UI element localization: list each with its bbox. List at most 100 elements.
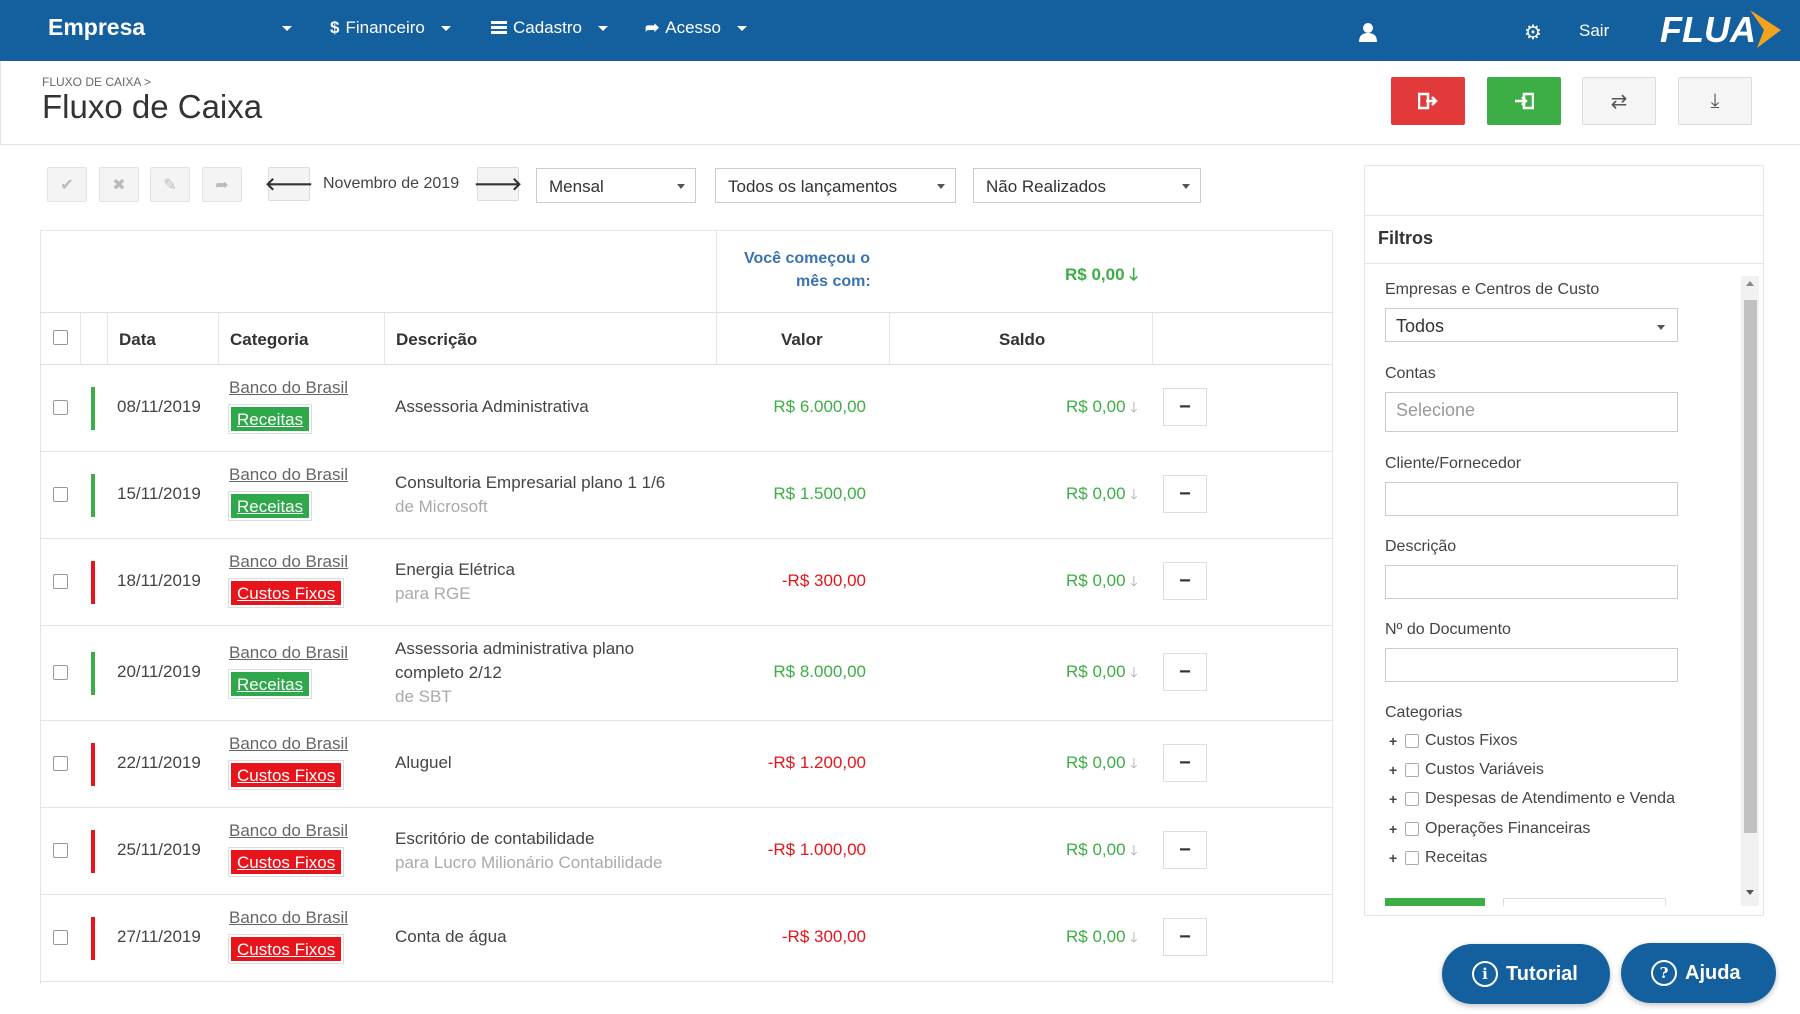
menu-financeiro[interactable]: $ Financeiro bbox=[330, 18, 451, 38]
row-actions-button[interactable]: − bbox=[1163, 918, 1207, 956]
category-checkbox[interactable] bbox=[1405, 734, 1419, 748]
category-checkbox[interactable] bbox=[1405, 792, 1419, 806]
gear-icon[interactable]: ⚙ bbox=[1524, 20, 1542, 45]
tutorial-button[interactable]: i Tutorial bbox=[1442, 944, 1610, 1004]
breadcrumb[interactable]: FLUXO DE CAIXA > bbox=[42, 75, 151, 89]
menu-acesso[interactable]: ➦ Acesso bbox=[645, 18, 747, 38]
table-row[interactable]: 27/11/2019 Banco do Brasil Custos Fixos … bbox=[40, 895, 1333, 982]
row-actions-button[interactable]: − bbox=[1163, 388, 1207, 426]
category-badge[interactable]: Receitas bbox=[229, 492, 312, 520]
column-header-descricao[interactable]: Descrição bbox=[396, 330, 477, 350]
minus-icon: − bbox=[1179, 395, 1191, 418]
category-tree-item[interactable]: + Custos Variáveis bbox=[1389, 761, 1544, 779]
table-row[interactable]: 15/11/2019 Banco do Brasil Receitas Cons… bbox=[40, 452, 1333, 539]
row-account[interactable]: Banco do Brasil bbox=[229, 908, 348, 928]
row-actions-button[interactable]: − bbox=[1163, 562, 1207, 600]
period-select[interactable]: Mensal bbox=[536, 168, 696, 203]
category-tree-item[interactable]: + Despesas de Atendimento e Venda bbox=[1389, 790, 1675, 808]
filter-empresas-select[interactable]: Todos bbox=[1385, 308, 1678, 342]
company-caret-icon[interactable] bbox=[282, 26, 292, 31]
row-balance: R$ 0,00 🡓 bbox=[1066, 927, 1138, 951]
help-button[interactable]: ? Ajuda bbox=[1621, 943, 1776, 1003]
filter-descricao-input[interactable] bbox=[1385, 565, 1678, 599]
table-header-top-border bbox=[40, 312, 1333, 313]
table-row[interactable]: 18/11/2019 Banco do Brasil Custos Fixos … bbox=[40, 539, 1333, 626]
table-row[interactable]: 25/11/2019 Banco do Brasil Custos Fixos … bbox=[40, 808, 1333, 895]
expand-icon[interactable]: + bbox=[1389, 733, 1399, 749]
expand-icon[interactable]: + bbox=[1389, 850, 1399, 866]
logout-link[interactable]: Sair bbox=[1579, 21, 1609, 41]
menu-cadastro[interactable]: Cadastro bbox=[491, 18, 608, 38]
category-badge[interactable]: Receitas bbox=[229, 670, 312, 698]
row-account[interactable]: Banco do Brasil bbox=[229, 734, 348, 754]
category-badge[interactable]: Custos Fixos bbox=[229, 579, 344, 607]
filter-documento-input[interactable] bbox=[1385, 648, 1678, 682]
expand-icon[interactable]: + bbox=[1389, 762, 1399, 778]
row-checkbox[interactable] bbox=[53, 487, 68, 502]
next-month-button[interactable]: 🡒 bbox=[474, 167, 522, 201]
row-account[interactable]: Banco do Brasil bbox=[229, 643, 348, 663]
filter-cliente-input[interactable] bbox=[1385, 482, 1678, 516]
current-month: Novembro de 2019 bbox=[323, 175, 460, 192]
apply-filters-button[interactable] bbox=[1385, 898, 1485, 906]
column-header-data[interactable]: Data bbox=[119, 330, 156, 350]
status-select[interactable]: Não Realizados bbox=[973, 168, 1201, 203]
category-checkbox[interactable] bbox=[1405, 763, 1419, 777]
row-checkbox[interactable] bbox=[53, 574, 68, 589]
row-actions-button[interactable]: − bbox=[1163, 831, 1207, 869]
category-badge[interactable]: Custos Fixos bbox=[229, 848, 344, 876]
category-badge[interactable]: Receitas bbox=[229, 405, 312, 433]
row-account[interactable]: Banco do Brasil bbox=[229, 552, 348, 572]
row-checkbox[interactable] bbox=[53, 400, 68, 415]
edit-button[interactable]: ✎ bbox=[150, 167, 190, 202]
row-checkbox[interactable] bbox=[53, 843, 68, 858]
import-button[interactable]: ⤓ bbox=[1678, 77, 1752, 125]
scroll-down-icon[interactable] bbox=[1746, 890, 1754, 895]
row-actions-button[interactable]: − bbox=[1163, 475, 1207, 513]
row-account[interactable]: Banco do Brasil bbox=[229, 821, 348, 841]
expand-icon[interactable]: + bbox=[1389, 821, 1399, 837]
row-balance: R$ 0,00 🡓 bbox=[1066, 753, 1138, 777]
row-value: -R$ 1.200,00 bbox=[767, 753, 866, 772]
column-header-saldo[interactable]: Saldo bbox=[999, 330, 1045, 350]
column-header-valor[interactable]: Valor bbox=[781, 330, 823, 350]
transfer-button[interactable]: ⇄ bbox=[1582, 77, 1656, 125]
filter-contas-select[interactable]: Selecione bbox=[1385, 392, 1678, 432]
scrollbar-thumb[interactable] bbox=[1744, 300, 1757, 833]
user-icon[interactable] bbox=[1359, 22, 1377, 42]
prev-month-button[interactable]: 🡐 bbox=[265, 167, 313, 201]
category-checkbox[interactable] bbox=[1405, 851, 1419, 865]
scroll-up-icon[interactable] bbox=[1746, 281, 1754, 286]
row-checkbox[interactable] bbox=[53, 665, 68, 680]
company-menu[interactable]: Empresa bbox=[48, 14, 145, 41]
category-badge[interactable]: Custos Fixos bbox=[229, 935, 344, 963]
column-header-categoria[interactable]: Categoria bbox=[230, 330, 308, 350]
row-account[interactable]: Banco do Brasil bbox=[229, 465, 348, 485]
category-badge[interactable]: Custos Fixos bbox=[229, 761, 344, 789]
row-checkbox[interactable] bbox=[53, 930, 68, 945]
table-row[interactable]: 20/11/2019 Banco do Brasil Receitas Asse… bbox=[40, 626, 1333, 721]
category-checkbox[interactable] bbox=[1405, 822, 1419, 836]
clear-filters-button[interactable] bbox=[1503, 898, 1666, 906]
expense-indicator bbox=[91, 743, 95, 786]
row-actions-button[interactable]: − bbox=[1163, 653, 1207, 691]
balance-text: R$ 0,00 bbox=[1066, 840, 1126, 859]
table-row[interactable]: 08/11/2019 Banco do Brasil Receitas Asse… bbox=[40, 365, 1333, 452]
table-row[interactable]: 22/11/2019 Banco do Brasil Custos Fixos … bbox=[40, 721, 1333, 808]
category-tree-item[interactable]: + Receitas bbox=[1389, 849, 1487, 867]
confirm-button[interactable]: ✔ bbox=[47, 167, 87, 202]
select-all-checkbox[interactable] bbox=[53, 330, 68, 345]
expand-icon[interactable]: + bbox=[1389, 791, 1399, 807]
add-income-button[interactable] bbox=[1487, 77, 1561, 125]
delete-button[interactable]: ✖ bbox=[99, 167, 139, 202]
category-tree-item[interactable]: + Custos Fixos bbox=[1389, 732, 1517, 750]
add-expense-button[interactable] bbox=[1391, 77, 1465, 125]
row-account[interactable]: Banco do Brasil bbox=[229, 378, 348, 398]
download-tray-icon: ⤓ bbox=[1710, 89, 1720, 112]
entries-type-select[interactable]: Todos os lançamentos bbox=[715, 168, 956, 203]
row-actions-button[interactable]: − bbox=[1163, 744, 1207, 782]
enter-icon bbox=[1515, 92, 1534, 110]
forward-button[interactable]: ➦ bbox=[202, 167, 242, 202]
row-checkbox[interactable] bbox=[53, 756, 68, 771]
category-tree-item[interactable]: + Operações Financeiras bbox=[1389, 820, 1590, 838]
